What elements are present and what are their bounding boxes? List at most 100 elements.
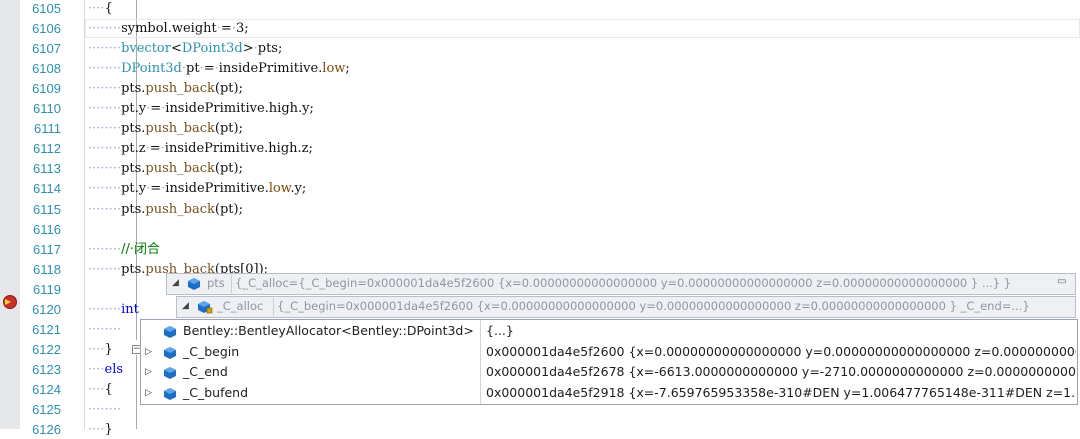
datatip-member-row[interactable]: ▷ _C_end 0x000001da4e5f2678 {x=-6613.00000…	[141, 362, 1077, 382]
code-line[interactable]: ········	[88, 320, 121, 339]
current-statement-arrow-icon	[5, 299, 11, 305]
code-token: =	[150, 101, 162, 116]
code-token: pts.	[121, 161, 146, 176]
code-token: push_back	[145, 81, 215, 96]
member-value[interactable]: 0x000001da4e5f2918 {x=-7.659765953358e-3…	[486, 383, 1076, 403]
code-token: .y;	[290, 181, 307, 196]
datatip-child-row[interactable]: ◢ _C_alloc {_C_begin=0x000001da4e5f2600 …	[176, 296, 1076, 318]
code-line[interactable]: ········pt.y·=·insidePrimitive.low.y;	[88, 179, 306, 198]
datatip-member-row[interactable]: ▷ _C_bufend 0x000001da4e5f2918 {x=-7.65976…	[141, 383, 1077, 403]
code-line[interactable]: ········	[88, 400, 121, 419]
member-name: _C_end	[183, 364, 228, 379]
code-line[interactable]: ····{	[88, 380, 113, 399]
code-token: pt.y	[121, 181, 147, 196]
whitespace-marker: ········	[88, 61, 122, 76]
code-token: <	[170, 41, 182, 56]
line-number: 6112	[33, 141, 61, 156]
code-line[interactable]: ········int	[88, 300, 139, 319]
expand-arrow-icon[interactable]: ▷	[145, 362, 152, 382]
line-number: 6109	[32, 81, 61, 96]
line-number: 6122	[32, 342, 61, 357]
datatip-member-value[interactable]: {_C_begin=0x000001da4e5f2600 {x=0.000000…	[277, 299, 1030, 313]
code-token: pts.	[121, 81, 146, 96]
whitespace-marker: ········	[88, 262, 122, 277]
code-token: pts.	[121, 121, 146, 136]
line-number: 6124	[32, 382, 61, 397]
datatip-member-name: _C_alloc	[217, 299, 264, 313]
code-line[interactable]: ········pt.z·=·insidePrimitive.high.z;	[88, 139, 313, 158]
code-line[interactable]: ········//·闭合	[88, 240, 160, 259]
code-line[interactable]: ········pts.push_back(pt);	[88, 79, 243, 98]
line-number: 6113	[33, 161, 61, 176]
code-token: (pt);	[214, 161, 243, 176]
whitespace-marker: ········	[88, 181, 122, 196]
line-number: 6115	[33, 202, 61, 217]
datatip-members-panel[interactable]: Bentley::BentleyAllocator<Bentley::DPoin…	[140, 319, 1078, 405]
expand-arrow-icon[interactable]: ▷	[145, 383, 152, 403]
code-token: (pt);	[214, 121, 243, 136]
code-line[interactable]: ········pts.push_back(pt);	[88, 200, 243, 219]
code-token: low	[322, 61, 346, 76]
line-number: 6114	[33, 181, 61, 196]
pin-icon[interactable]: ▭	[1057, 276, 1073, 290]
whitespace-marker: ········	[88, 121, 122, 136]
line-number: 6126	[32, 422, 61, 437]
line-number-margin: 6105 6106 6107 6108 6109 6110 6111 6112 6113 6114…	[20, 0, 64, 437]
field-icon	[164, 326, 176, 338]
code-line[interactable]: ····els	[88, 360, 123, 379]
code-token: insidePrimitive.	[218, 61, 323, 76]
code-token: pt.y	[121, 101, 147, 116]
datatip-member-row[interactable]: Bentley::BentleyAllocator<Bentley::DPoin…	[141, 321, 1077, 341]
line-number: 6105	[32, 1, 61, 16]
code-token: {	[104, 382, 113, 397]
code-line[interactable]: ········pts.push_back(pt);	[88, 159, 243, 178]
code-token: bvector	[121, 41, 171, 56]
line-number: 6118	[33, 262, 61, 277]
expand-arrow-icon[interactable]: ▷	[145, 342, 152, 362]
datatip-variable-name: pts	[207, 276, 225, 290]
whitespace-marker: ········	[88, 161, 122, 176]
whitespace-marker: ····	[88, 362, 105, 377]
line-number: 6117	[33, 242, 61, 257]
code-line[interactable]: ····}	[88, 420, 113, 439]
line-number: 6111	[34, 121, 61, 136]
datatip-variable-value[interactable]: {_C_alloc={_C_begin=0x000001da4e5f2600 {…	[235, 276, 1011, 290]
whitespace-marker: ····	[88, 342, 105, 357]
line-number: 6108	[32, 61, 61, 76]
code-line[interactable]: ········pts.push_back(pt);	[88, 119, 243, 138]
code-token: pt.z	[121, 141, 146, 156]
whitespace-marker: ····	[88, 382, 105, 397]
line-number: 6120	[32, 302, 61, 317]
member-value[interactable]: 0x000001da4e5f2600 {x=0.0000000000000000…	[486, 342, 1076, 362]
whitespace-marker: ········	[88, 101, 122, 116]
code-line[interactable]: ····{	[88, 0, 113, 18]
code-token: insidePrimitive.	[165, 181, 269, 196]
code-line[interactable]: ········DPoint3d·pt·=·insidePrimitive.lo…	[88, 59, 350, 78]
whitespace-marker: ········	[88, 242, 122, 257]
code-line[interactable]: ········symbol.weight·=·3;	[88, 19, 249, 38]
datatip-member-row[interactable]: ▷ _C_begin 0x000001da4e5f2600 {x=0.0000000…	[141, 342, 1077, 362]
code-token: (pt);	[214, 81, 243, 96]
code-line[interactable]: ····}	[88, 340, 113, 359]
whitespace-marker: ········	[88, 21, 122, 36]
member-value[interactable]: 0x000001da4e5f2678 {x=-6613.000000000000…	[486, 362, 1076, 382]
outlining-margin[interactable]: −	[64, 0, 141, 429]
code-token: =	[150, 181, 162, 196]
code-token: pts;	[257, 41, 283, 56]
datatip-root-row[interactable]: ◢ pts {_C_alloc={_C_begin=0x000001da4e5f…	[166, 273, 1076, 295]
code-line[interactable]: ········bvector<DPoint3d>·pts;	[88, 39, 282, 58]
code-token: =	[203, 61, 215, 76]
code-token: //·闭合	[121, 242, 160, 257]
whitespace-marker: ····	[88, 422, 105, 437]
collapse-arrow-icon[interactable]: ◢	[182, 301, 189, 311]
code-line[interactable]: ········pt.y·=·insidePrimitive.high.y;	[88, 99, 314, 118]
code-token: DPoint3d	[181, 41, 243, 56]
member-value[interactable]: {...}	[486, 321, 1076, 341]
code-token: {	[104, 1, 113, 16]
code-token: low	[268, 181, 291, 196]
code-token: DPoint3d	[121, 61, 182, 76]
collapse-arrow-icon[interactable]: ◢	[172, 278, 179, 288]
breakpoint-gutter[interactable]	[0, 0, 20, 429]
field-icon	[164, 346, 176, 359]
whitespace-marker: ········	[88, 302, 122, 317]
